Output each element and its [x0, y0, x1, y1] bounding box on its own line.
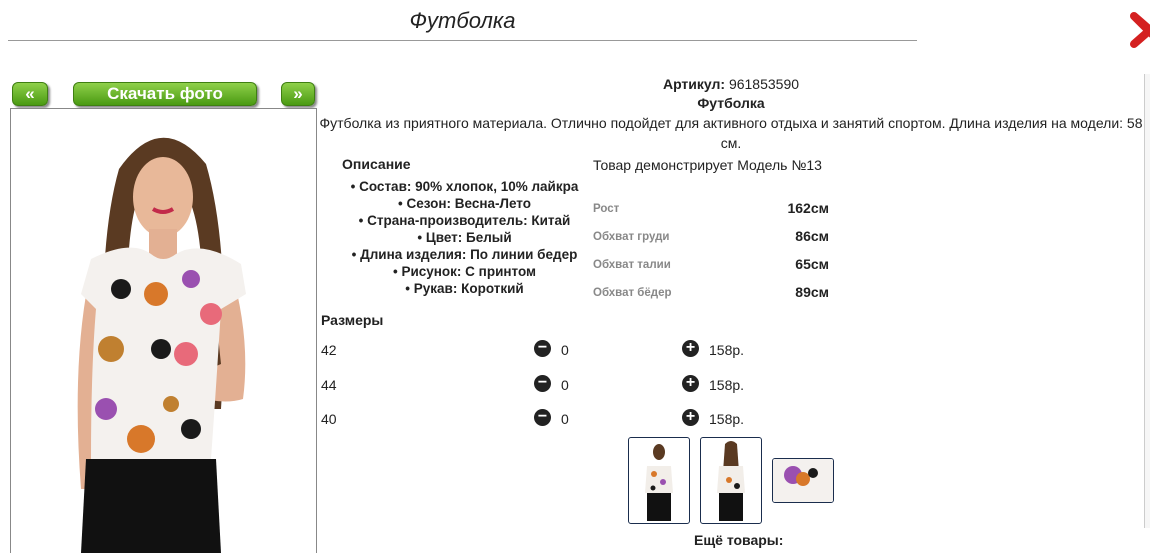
- minus-icon[interactable]: −: [534, 340, 551, 357]
- scrollbar[interactable]: [1144, 74, 1150, 528]
- measurement-label: Обхват бёдер: [593, 287, 672, 299]
- article-label: Артикул:: [662, 76, 726, 92]
- model-heading: Товар демонстрирует Модель №13: [593, 157, 822, 173]
- plus-icon[interactable]: +: [682, 340, 699, 357]
- more-products-heading: Ещё товары:: [694, 532, 784, 548]
- details-list: • Состав: 90% хлопок, 10% лайкра • Сезон…: [332, 178, 597, 297]
- measurement-row: Обхват бёдер 89см: [593, 284, 829, 304]
- thumbnail-back[interactable]: [700, 437, 762, 524]
- measurement-value: 65см: [795, 256, 829, 272]
- price-value: 158р.: [709, 377, 745, 393]
- product-photo: [10, 108, 317, 553]
- size-value: 40: [321, 411, 337, 427]
- plus-icon[interactable]: +: [682, 409, 699, 426]
- detail-item: • Состав: 90% хлопок, 10% лайкра: [350, 179, 579, 194]
- minus-icon[interactable]: −: [534, 375, 551, 392]
- close-icon[interactable]: [1130, 10, 1150, 50]
- detail-item: • Рисунок: С принтом: [392, 264, 537, 279]
- quantity-value: 0: [561, 377, 569, 393]
- title-divider: [8, 40, 917, 41]
- minus-icon[interactable]: −: [534, 409, 551, 426]
- thumbnail-detail[interactable]: [772, 458, 834, 503]
- measurement-value: 162см: [787, 200, 829, 216]
- page-title: Футболка: [409, 8, 516, 33]
- detail-item: • Страна-производитель: Китай: [358, 213, 571, 228]
- measurement-value: 89см: [795, 284, 829, 300]
- next-photo-button[interactable]: »: [281, 82, 315, 106]
- measurement-value: 86см: [795, 228, 829, 244]
- size-value: 42: [321, 342, 337, 358]
- quantity-value: 0: [561, 411, 569, 427]
- price-value: 158р.: [709, 342, 745, 358]
- measurement-label: Обхват талии: [593, 259, 671, 271]
- description-title: Описание: [342, 156, 411, 172]
- measurement-label: Рост: [593, 203, 620, 215]
- thumbnail-front[interactable]: [628, 437, 690, 524]
- download-photo-button[interactable]: Скачать фото: [73, 82, 257, 106]
- quantity-value: 0: [561, 342, 569, 358]
- sizes-title: Размеры: [321, 312, 384, 328]
- size-row: 42 − 0 + 158р.: [321, 340, 761, 362]
- detail-item: • Длина изделия: По линии бедер: [351, 247, 578, 262]
- detail-item: • Рукав: Короткий: [405, 281, 524, 296]
- article-value: 961853590: [728, 76, 800, 92]
- measurement-row: Рост 162см: [593, 200, 829, 220]
- detail-item: • Цвет: Белый: [417, 230, 512, 245]
- prev-photo-button[interactable]: «: [12, 82, 48, 106]
- price-value: 158р.: [709, 411, 745, 427]
- size-value: 44: [321, 377, 337, 393]
- measurement-row: Обхват груди 86см: [593, 228, 829, 248]
- size-row: 40 − 0 + 158р.: [321, 409, 761, 431]
- measurement-label: Обхват груди: [593, 231, 670, 243]
- product-name: Футболка: [697, 95, 765, 111]
- detail-item: • Сезон: Весна-Лето: [398, 196, 531, 211]
- measurement-row: Обхват талии 65см: [593, 256, 829, 276]
- product-description: Футболка из приятного материала. Отлично…: [319, 115, 1143, 151]
- plus-icon[interactable]: +: [682, 375, 699, 392]
- size-row: 44 − 0 + 158р.: [321, 375, 761, 397]
